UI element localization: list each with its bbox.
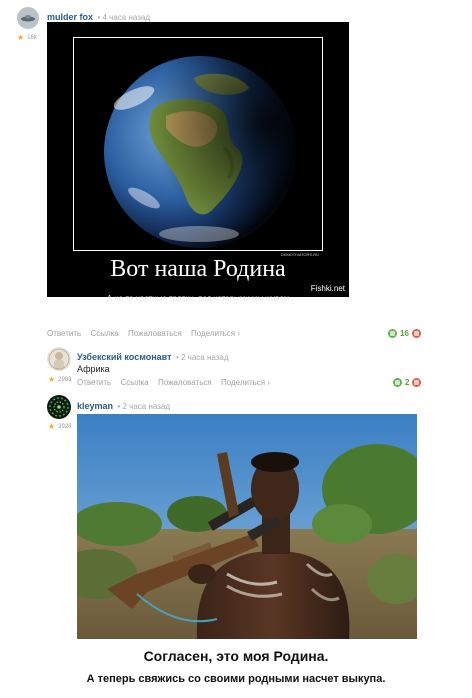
downvote-icon[interactable] [412, 378, 422, 387]
author-name[interactable]: mulder fox [47, 12, 93, 22]
caption-sub: А теперь свяжись со своими родными насче… [86, 673, 386, 685]
vote-widget: 16 [388, 329, 421, 338]
rank-value: 3928 [58, 423, 72, 430]
upvote-icon[interactable] [393, 378, 402, 387]
star-icon: ★ [48, 422, 56, 431]
timestamp[interactable]: • 4 часа назад [97, 13, 150, 22]
upvote-icon[interactable] [388, 329, 397, 338]
rank-badge: ★ 2983 [48, 375, 72, 384]
reply-link[interactable]: Ответить [47, 329, 81, 338]
star-icon: ★ [48, 375, 56, 384]
avatar[interactable] [17, 7, 39, 29]
rank-badge: ★ 3928 [48, 422, 72, 431]
post-actions: Ответить Ссылка Пожаловаться Поделиться … [47, 329, 247, 338]
comment-header: Узбекский космонавт • 2 часа назад [77, 347, 229, 365]
star-icon: ★ [17, 33, 25, 42]
comment-actions: Ответить Ссылка Пожаловаться Поделиться … [77, 378, 277, 387]
caption-main: Согласен, это моя Родина. [143, 648, 329, 664]
source-watermark: Fishki.net [310, 284, 345, 293]
vote-count: 2 [405, 378, 410, 387]
earth-image [73, 37, 323, 251]
demotivator-subtitle: А не те цветные тряпки, под которыми мы … [106, 294, 290, 303]
link-link[interactable]: Ссылка [120, 378, 148, 387]
report-link[interactable]: Пожаловаться [128, 329, 182, 338]
share-link[interactable]: Поделиться › [221, 378, 270, 387]
demotivator-image: DEMOTIVATORS.RU Вот наша Родина А не те … [47, 22, 349, 303]
author-name[interactable]: Узбекский космонавт [77, 352, 172, 362]
vote-count: 16 [400, 329, 409, 338]
report-link[interactable]: Пожаловаться [158, 378, 212, 387]
rank-value: 16k [27, 34, 37, 41]
reply-link[interactable]: Ответить [77, 378, 111, 387]
avatar[interactable] [47, 395, 71, 419]
demotivator-title: Вот наша Родина [110, 256, 286, 282]
comment-header: kleyman • 2 часа назад [77, 396, 170, 414]
share-link[interactable]: Поделиться › [191, 329, 240, 338]
timestamp[interactable]: • 2 часа назад [117, 402, 170, 411]
rank-badge: ★ 16k [17, 33, 37, 42]
author-name[interactable]: kleyman [77, 401, 113, 411]
comment-photo [77, 414, 417, 639]
rank-value: 2983 [58, 376, 72, 383]
avatar[interactable] [47, 347, 71, 371]
comment-text: Африка [77, 364, 110, 374]
timestamp[interactable]: • 2 часа назад [176, 353, 229, 362]
link-link[interactable]: Ссылка [90, 329, 118, 338]
downvote-icon[interactable] [411, 329, 421, 338]
vote-widget: 2 [393, 378, 422, 387]
